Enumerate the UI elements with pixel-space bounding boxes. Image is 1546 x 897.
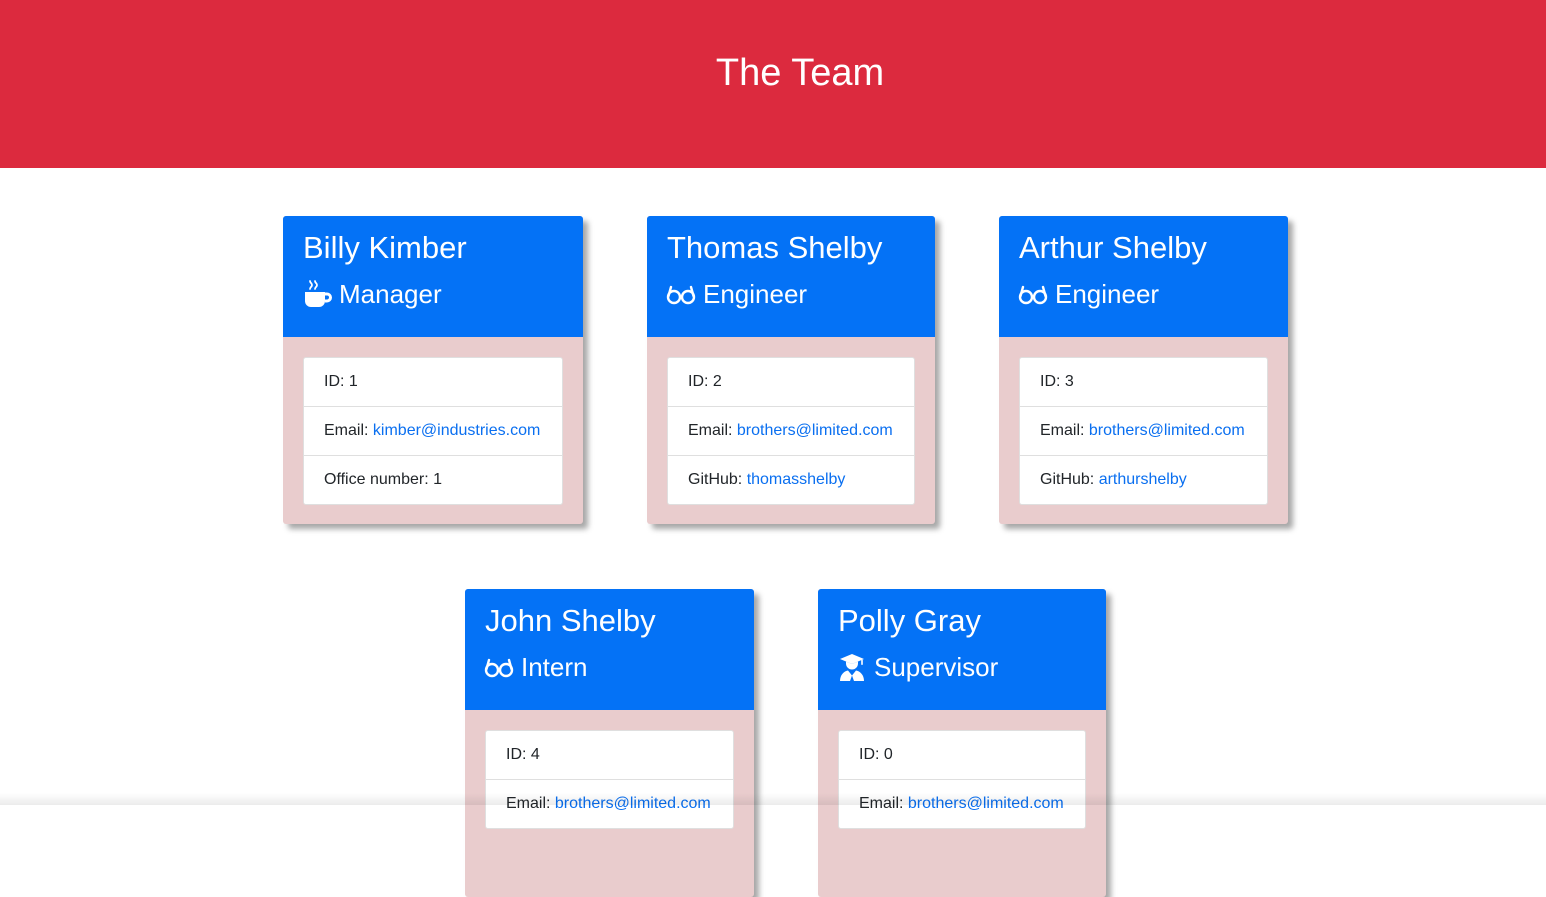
employee-card: Thomas Shelby Engineer ID: 2 Email: brot… <box>647 216 935 524</box>
employee-role: Intern <box>484 650 588 684</box>
card-header: Billy Kimber Manager <box>283 216 583 337</box>
card-header: Polly Gray Supervisor <box>818 589 1106 710</box>
employee-role: Engineer <box>666 277 807 311</box>
graduate-icon <box>837 652 867 682</box>
list-item-id: ID: 4 <box>486 731 733 779</box>
list-item-id: ID: 3 <box>1020 358 1267 406</box>
details-list: ID: 0 Email: brothers@limited.com <box>838 730 1086 829</box>
role-label: Manager <box>339 277 442 311</box>
id-label: ID: <box>506 746 531 763</box>
role-label: Engineer <box>1055 277 1159 311</box>
page-title: The Team <box>0 50 1546 96</box>
details-list: ID: 4 Email: brothers@limited.com <box>485 730 734 829</box>
list-item-email: Email: kimber@industries.com <box>304 406 562 455</box>
office-label: Office number: <box>324 471 433 488</box>
email-label: Email: <box>688 422 737 439</box>
github-link[interactable]: thomasshelby <box>747 471 846 488</box>
employee-name: Billy Kimber <box>303 228 467 268</box>
employee-card: Arthur Shelby Engineer ID: 3 Email: brot… <box>999 216 1288 524</box>
list-item-email: Email: brothers@limited.com <box>668 406 914 455</box>
id-value: 0 <box>884 746 893 763</box>
details-list: ID: 1 Email: kimber@industries.com Offic… <box>303 357 563 505</box>
card-body: ID: 4 Email: brothers@limited.com <box>465 710 754 849</box>
email-link[interactable]: brothers@limited.com <box>737 422 893 439</box>
employee-card: John Shelby Intern ID: 4 Email: brothers… <box>465 589 754 897</box>
list-item-id: ID: 0 <box>839 731 1085 779</box>
office-number: 1 <box>433 471 442 488</box>
email-label: Email: <box>1040 422 1089 439</box>
employee-role: Manager <box>302 277 442 311</box>
employee-card: Polly Gray Supervisor ID: 0 Email: broth… <box>818 589 1106 897</box>
list-item-id: ID: 2 <box>668 358 914 406</box>
id-label: ID: <box>1040 373 1065 390</box>
card-header: John Shelby Intern <box>465 589 754 710</box>
card-header: Thomas Shelby Engineer <box>647 216 935 337</box>
card-body: ID: 3 Email: brothers@limited.com GitHub… <box>999 337 1288 525</box>
id-label: ID: <box>859 746 884 763</box>
id-value: 2 <box>713 373 722 390</box>
glasses-icon <box>484 652 514 682</box>
glasses-icon <box>666 279 696 309</box>
employee-role: Engineer <box>1018 277 1159 311</box>
email-link[interactable]: kimber@industries.com <box>373 422 540 439</box>
email-link[interactable]: brothers@limited.com <box>1089 422 1245 439</box>
employee-card: Billy Kimber Manager ID: 1 Email: kimber… <box>283 216 583 524</box>
github-label: GitHub: <box>1040 471 1099 488</box>
card-header: Arthur Shelby Engineer <box>999 216 1288 337</box>
email-label: Email: <box>324 422 373 439</box>
coffee-mug-icon <box>302 279 332 309</box>
role-label: Supervisor <box>874 650 998 684</box>
list-item-github: GitHub: arthurshelby <box>1020 455 1267 504</box>
github-link[interactable]: arthurshelby <box>1099 471 1187 488</box>
card-body: ID: 1 Email: kimber@industries.com Offic… <box>283 337 583 525</box>
github-label: GitHub: <box>688 471 747 488</box>
details-list: ID: 2 Email: brothers@limited.com GitHub… <box>667 357 915 505</box>
employee-name: Arthur Shelby <box>1019 228 1207 268</box>
window-bottom-shadow <box>0 793 1546 805</box>
list-item-office: Office number: 1 <box>304 455 562 504</box>
list-item-id: ID: 1 <box>304 358 562 406</box>
id-value: 1 <box>349 373 358 390</box>
id-label: ID: <box>688 373 713 390</box>
employee-role: Supervisor <box>837 650 998 684</box>
list-item-github: GitHub: thomasshelby <box>668 455 914 504</box>
list-item-email: Email: brothers@limited.com <box>1020 406 1267 455</box>
employee-name: John Shelby <box>485 601 656 641</box>
employee-name: Polly Gray <box>838 601 981 641</box>
card-body: ID: 2 Email: brothers@limited.com GitHub… <box>647 337 935 525</box>
glasses-icon <box>1018 279 1048 309</box>
card-body: ID: 0 Email: brothers@limited.com <box>818 710 1106 849</box>
employee-name: Thomas Shelby <box>667 228 882 268</box>
role-label: Engineer <box>703 277 807 311</box>
header-banner: The Team <box>0 0 1546 168</box>
id-value: 3 <box>1065 373 1074 390</box>
details-list: ID: 3 Email: brothers@limited.com GitHub… <box>1019 357 1268 505</box>
id-value: 4 <box>531 746 540 763</box>
role-label: Intern <box>521 650 588 684</box>
id-label: ID: <box>324 373 349 390</box>
